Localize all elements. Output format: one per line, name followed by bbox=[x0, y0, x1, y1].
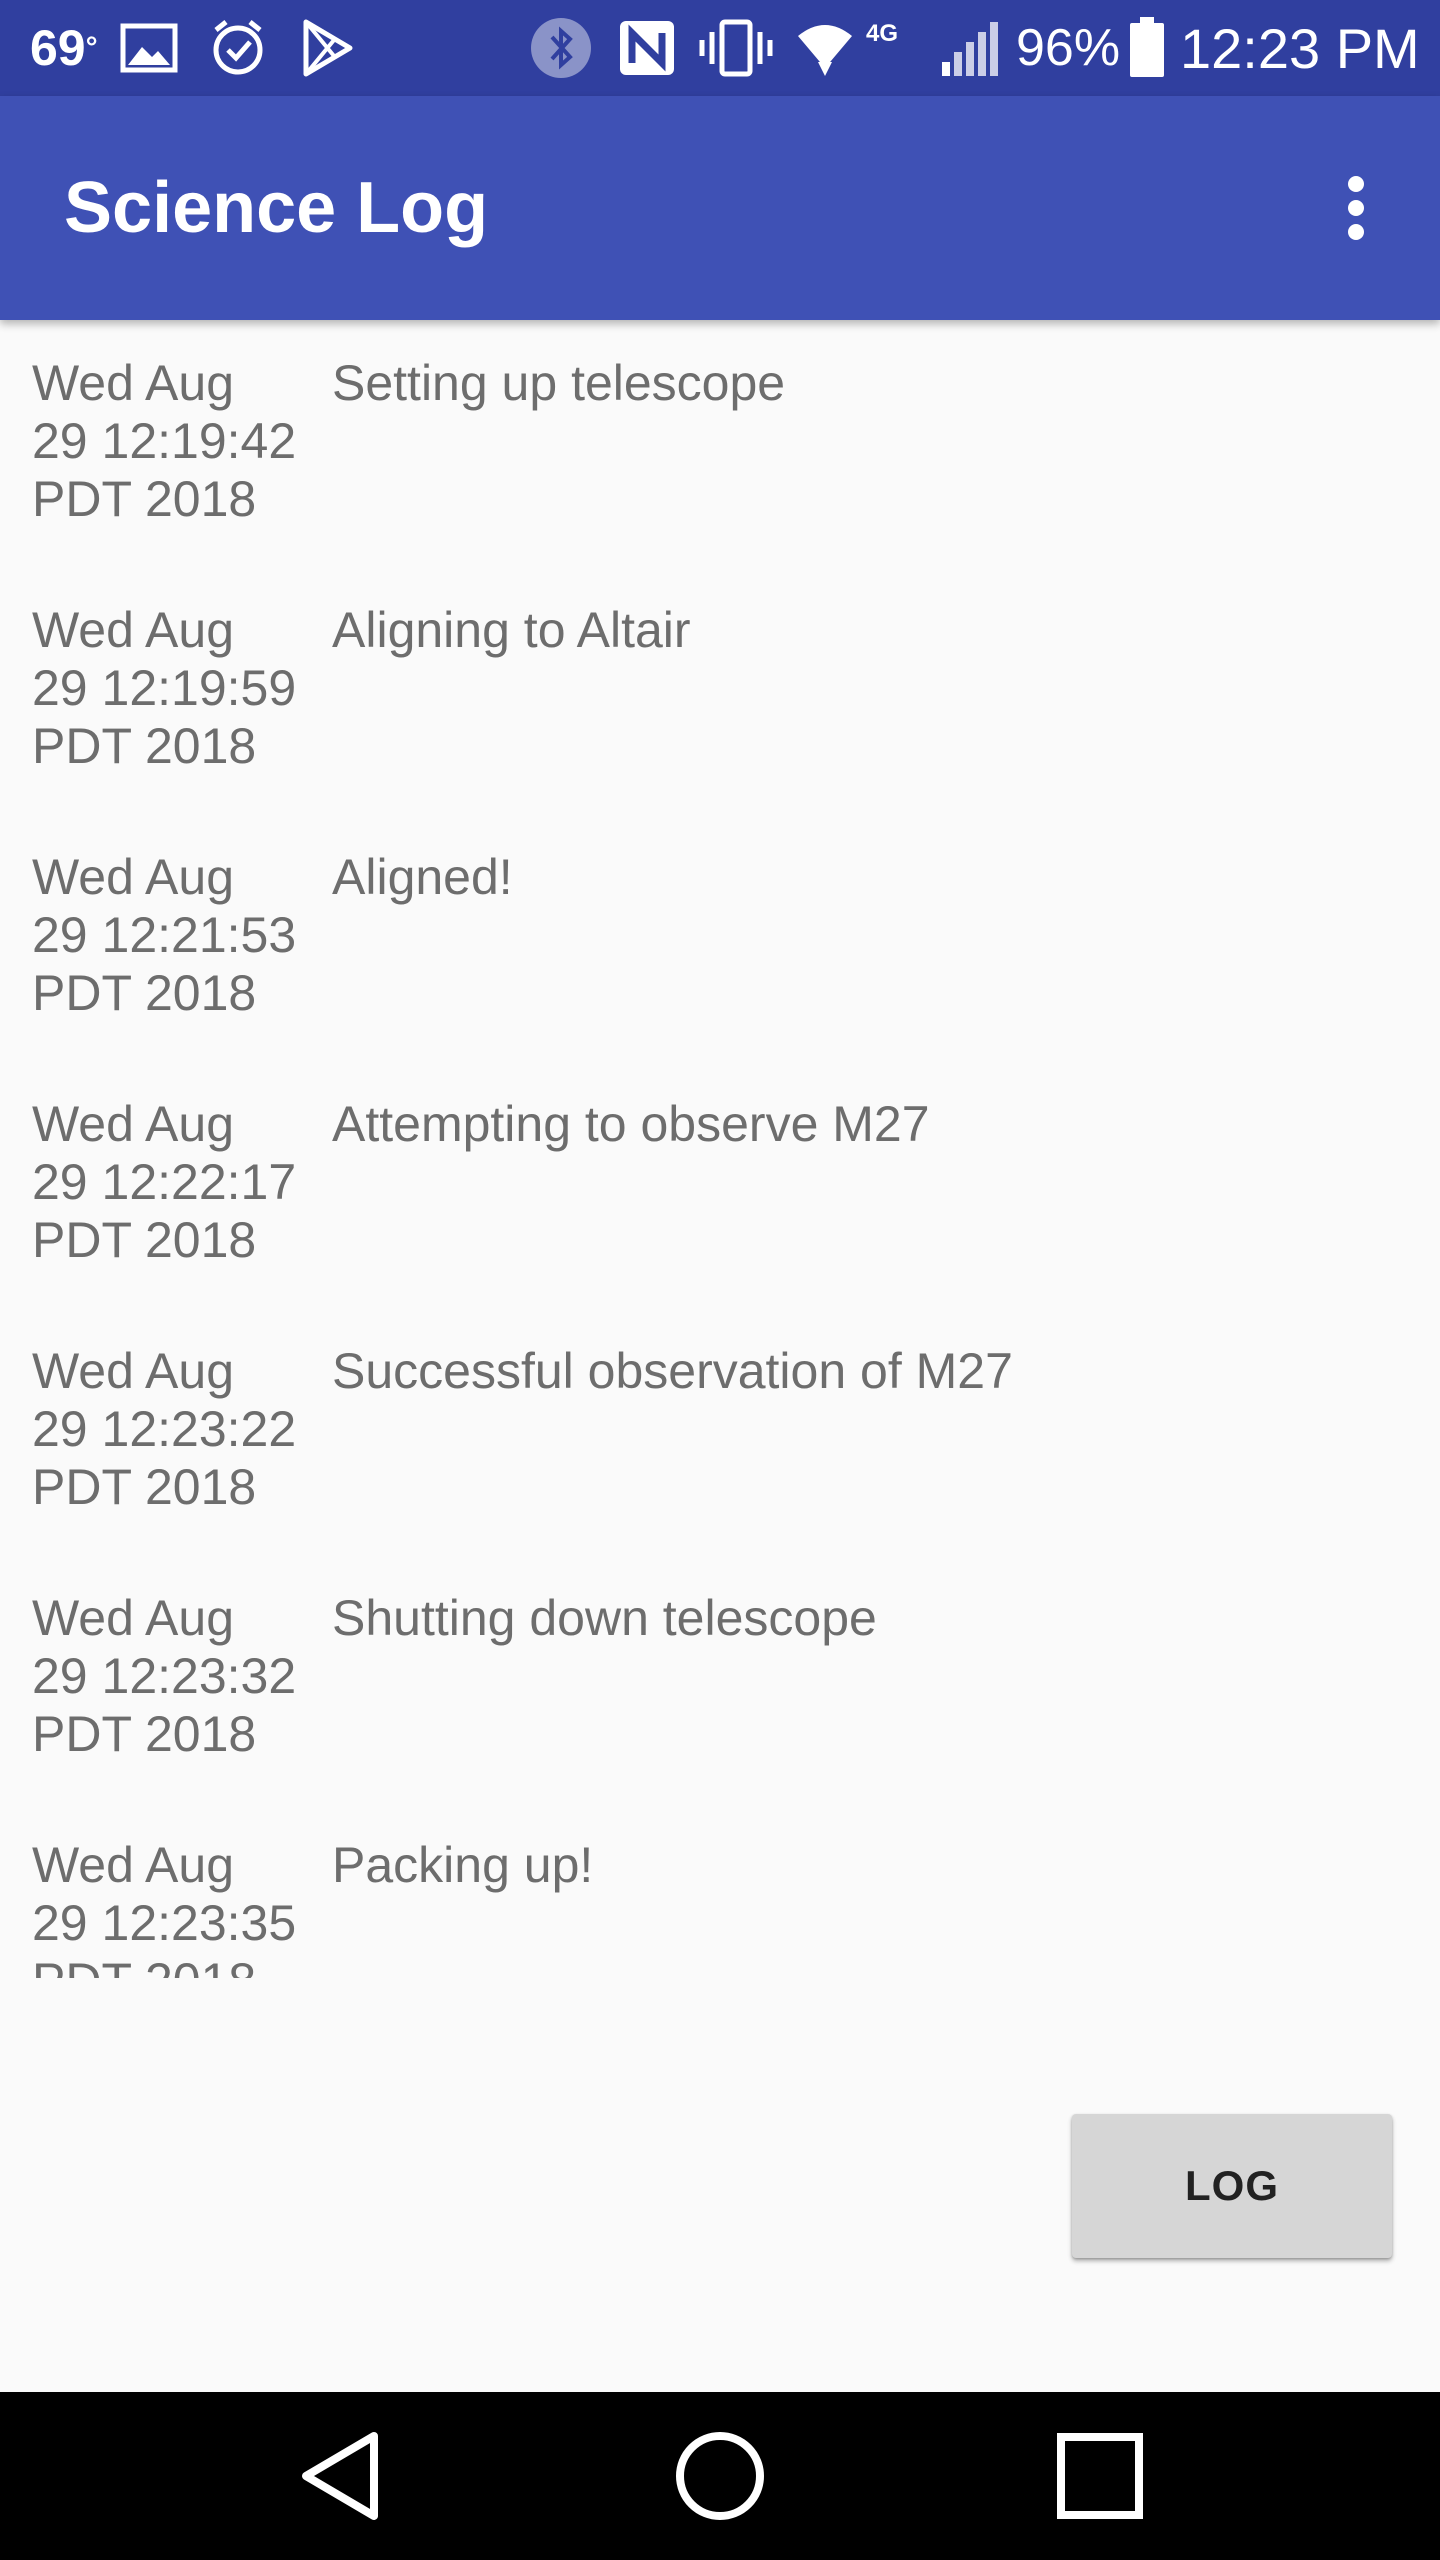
log-entry-date-line: PDT 2018 bbox=[32, 965, 257, 1021]
log-entry: Wed Aug 29 12:23:35 PDT 2018 Packing up! bbox=[0, 1802, 1440, 1978]
play-store-icon bbox=[300, 0, 356, 96]
log-message-input[interactable] bbox=[16, 2330, 1008, 2400]
log-entry-date-line: PDT 2018 bbox=[32, 1706, 257, 1762]
log-entry-date: Wed Aug 29 12:23:35 PDT 2018 bbox=[32, 1836, 302, 1978]
log-entry-message: Successful observation of M27 bbox=[332, 1343, 1013, 1399]
log-entry-date-line: 29 12:21:53 bbox=[32, 907, 297, 963]
battery-percent: 96% bbox=[1016, 19, 1121, 77]
log-button[interactable]: LOG bbox=[1072, 2114, 1392, 2258]
log-entry: Wed Aug 29 12:21:53 PDT 2018 Aligned! bbox=[0, 814, 1440, 1061]
log-entry: Wed Aug 29 12:23:22 PDT 2018 Successful … bbox=[0, 1308, 1440, 1555]
log-entry-date: Wed Aug 29 12:19:59 PDT 2018 bbox=[32, 601, 302, 775]
log-entry-date-line: PDT 2018 bbox=[32, 1459, 257, 1515]
log-entry-date-line: Wed Aug bbox=[32, 1343, 235, 1399]
log-entry-date-line: Wed Aug bbox=[32, 355, 235, 411]
log-entry-date-line: 29 12:23:22 bbox=[32, 1401, 297, 1457]
status-bar: 69 ° 4G 96% 12:23 PM bbox=[0, 0, 1440, 96]
log-entry-date-line: 29 12:23:35 bbox=[32, 1895, 297, 1951]
app-bar: Science Log bbox=[0, 96, 1440, 320]
battery-icon bbox=[1128, 0, 1166, 96]
overflow-menu-button[interactable] bbox=[1304, 156, 1408, 260]
log-entry-date-line: PDT 2018 bbox=[32, 718, 257, 774]
cell-signal-icon bbox=[940, 0, 1002, 96]
log-entry-date-line: 29 12:19:42 bbox=[32, 413, 297, 469]
network-type-label: 4G bbox=[866, 20, 899, 47]
temperature-value: 69 bbox=[30, 20, 86, 76]
log-entry-message: Setting up telescope bbox=[332, 355, 786, 411]
log-entry: Wed Aug 29 12:19:42 PDT 2018 Setting up … bbox=[0, 320, 1440, 567]
log-entry: Wed Aug 29 12:19:59 PDT 2018 Aligning to… bbox=[0, 567, 1440, 814]
log-entry-date-line: 29 12:23:32 bbox=[32, 1648, 297, 1704]
nfc-icon bbox=[618, 0, 676, 96]
log-entry-date: Wed Aug 29 12:22:17 PDT 2018 bbox=[32, 1095, 302, 1269]
log-entry-date: Wed Aug 29 12:21:53 PDT 2018 bbox=[32, 848, 302, 1022]
log-entry-date-line: Wed Aug bbox=[32, 849, 235, 905]
bluetooth-icon bbox=[530, 0, 592, 96]
log-entry-date-line: Wed Aug bbox=[32, 1096, 235, 1152]
log-entry-date-line: PDT 2018 bbox=[32, 1952, 302, 1978]
log-entry-date-line: Wed Aug bbox=[32, 1837, 235, 1893]
log-entry-date-line: Wed Aug bbox=[32, 602, 235, 658]
log-entry-date-line: PDT 2018 bbox=[32, 471, 257, 527]
log-entry-date-line: 29 12:22:17 bbox=[32, 1154, 297, 1210]
vibrate-icon bbox=[698, 0, 774, 96]
navigation-bar bbox=[0, 2392, 1440, 2560]
log-entry-message: Shutting down telescope bbox=[332, 1590, 877, 1646]
log-entry-message: Aligned! bbox=[332, 849, 513, 905]
alarm-check-icon bbox=[208, 0, 268, 96]
overflow-menu-icon bbox=[1348, 176, 1364, 240]
temperature-degree: ° bbox=[85, 31, 98, 64]
back-icon bbox=[302, 2432, 378, 2520]
log-entry-date: Wed Aug 29 12:19:42 PDT 2018 bbox=[32, 354, 302, 528]
recents-button[interactable] bbox=[1000, 2392, 1200, 2560]
clock-time: 12:23 PM bbox=[1180, 16, 1420, 80]
log-entry: Wed Aug 29 12:23:32 PDT 2018 Shutting do… bbox=[0, 1555, 1440, 1802]
log-entry-date-line: 29 12:19:59 bbox=[32, 660, 297, 716]
back-button[interactable] bbox=[240, 2392, 440, 2560]
image-icon bbox=[120, 0, 178, 96]
weather-temperature: 69 ° bbox=[30, 0, 98, 96]
log-entry-date-line: PDT 2018 bbox=[32, 1212, 257, 1268]
home-button[interactable] bbox=[620, 2392, 820, 2560]
app-title: Science Log bbox=[64, 168, 489, 248]
wifi-icon bbox=[796, 0, 854, 96]
recents-icon bbox=[1057, 2433, 1143, 2519]
home-icon bbox=[676, 2432, 764, 2520]
log-list[interactable]: Wed Aug 29 12:19:42 PDT 2018 Setting up … bbox=[0, 320, 1440, 1978]
log-entry-date: Wed Aug 29 12:23:32 PDT 2018 bbox=[32, 1589, 302, 1763]
log-entry-date-line: Wed Aug bbox=[32, 1590, 235, 1646]
log-entry-message: Packing up! bbox=[332, 1837, 594, 1893]
log-entry-date: Wed Aug 29 12:23:22 PDT 2018 bbox=[32, 1342, 302, 1516]
log-entry-message: Aligning to Altair bbox=[332, 602, 691, 658]
log-entry: Wed Aug 29 12:22:17 PDT 2018 Attempting … bbox=[0, 1061, 1440, 1308]
log-entry-message: Attempting to observe M27 bbox=[332, 1096, 930, 1152]
